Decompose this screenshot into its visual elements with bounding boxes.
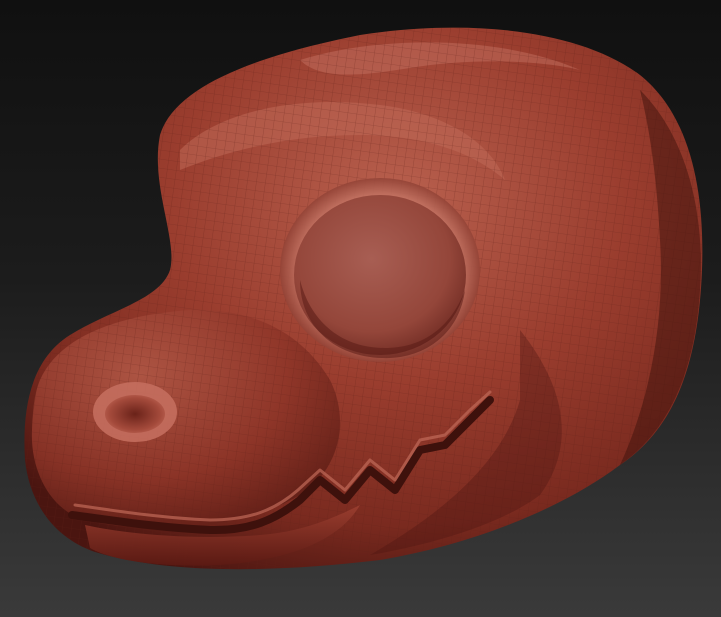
- nostril[interactable]: [105, 395, 165, 433]
- sculpt-viewport[interactable]: [0, 0, 721, 617]
- sculpted-head[interactable]: [0, 0, 721, 617]
- sculpt-canvas[interactable]: [0, 0, 721, 617]
